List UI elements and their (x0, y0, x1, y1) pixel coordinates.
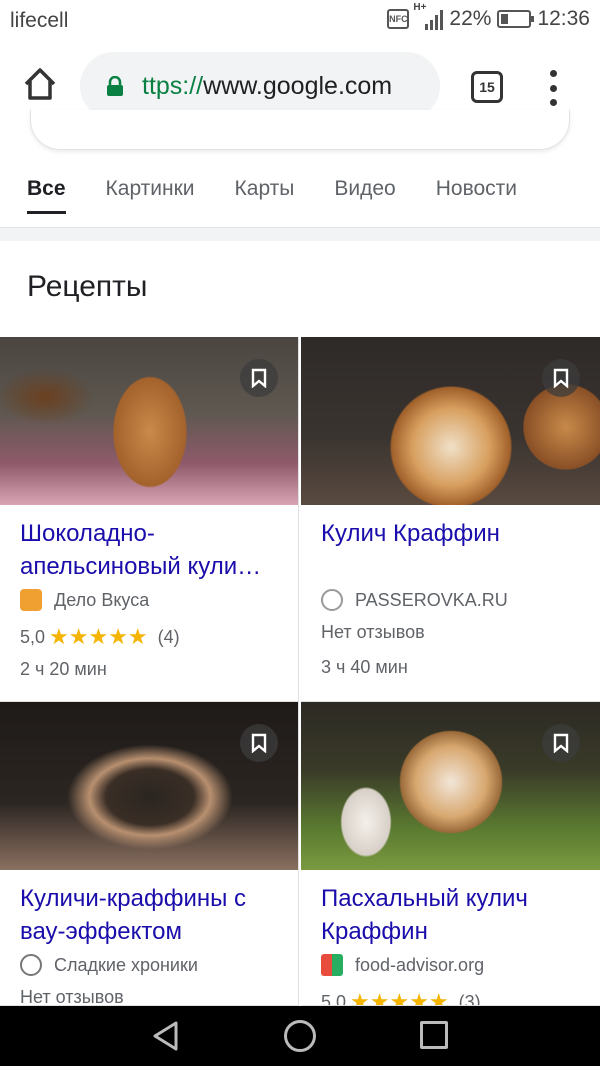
recipe-card[interactable]: Кулич Краффин PASSEROVKA.RU Нет отзывов … (301, 337, 600, 702)
source-name: Сладкие хроники (54, 954, 198, 975)
url-scheme: ttps:// (142, 71, 204, 100)
source-logo-icon (20, 589, 42, 611)
signal-icon: H+ (413, 2, 444, 30)
recipe-source: food-advisor.org (321, 954, 484, 976)
tab-switcher-button[interactable]: 15 (471, 71, 503, 103)
home-button[interactable] (20, 64, 60, 108)
recipe-source: PASSEROVKA.RU (321, 589, 508, 611)
nfc-icon: NFC (387, 9, 410, 29)
bookmark-button[interactable] (240, 724, 278, 762)
status-icons: NFC H+ 22% 12:36 (387, 2, 590, 31)
recipe-title[interactable]: Шоколадно-апельсиновый кули… (20, 517, 290, 583)
battery-icon (497, 10, 535, 28)
bookmark-button[interactable] (542, 724, 580, 762)
system-nav-bar (0, 1006, 600, 1066)
review-count: (3) (458, 991, 481, 1006)
bookmark-icon (251, 368, 267, 388)
star-rating-icon: ★★★★★ (49, 624, 148, 649)
recipe-card[interactable]: Шоколадно-апельсиновый кули… Дело Вкуса … (0, 337, 299, 702)
recipe-rating: 5,0 ★★★★★ (3) (321, 989, 481, 1006)
menu-dot-icon (549, 70, 557, 77)
recipe-source: Сладкие хроники (20, 954, 198, 976)
review-status: Нет отзывов (321, 622, 425, 642)
url-host: www.google.com (203, 71, 393, 100)
overflow-menu-button[interactable] (546, 70, 560, 106)
recipe-card[interactable]: Пасхальный кулич Краффин food-advisor.or… (301, 702, 600, 1006)
search-box-bottom (30, 110, 570, 150)
status-bar: lifecell NFC H+ 22% 12:36 (0, 0, 600, 42)
tab-news[interactable]: Новости (416, 160, 537, 220)
source-name: PASSEROVKA.RU (355, 589, 508, 610)
recipe-title[interactable]: Куличи-краффины с вау-эффектом (20, 882, 290, 948)
review-count: (4) (157, 626, 180, 647)
source-name: food-advisor.org (355, 954, 485, 975)
tab-video[interactable]: Видео (314, 160, 415, 220)
recent-apps-icon[interactable] (420, 1021, 448, 1049)
cook-time: 3 ч 40 мин (321, 657, 408, 677)
bookmark-icon (553, 368, 569, 388)
rating-value: 5,0 (321, 991, 347, 1006)
source-logo-icon (321, 589, 343, 611)
recipe-source: Дело Вкуса (20, 589, 149, 611)
source-logo-icon (20, 954, 42, 976)
recipe-rating: 5,0 ★★★★★ (4) (20, 624, 180, 650)
recipe-title[interactable]: Пасхальный кулич Краффин (321, 882, 591, 948)
network-type: H+ (413, 2, 427, 13)
search-tabs: Все Картинки Карты Видео Новости (0, 160, 600, 220)
bookmark-icon (251, 733, 267, 753)
carrier-name: lifecell (10, 9, 69, 32)
tab-images[interactable]: Картинки (86, 160, 215, 220)
cook-time: 2 ч 20 мин (20, 659, 107, 679)
url-text: ttps://www.google.com (142, 72, 392, 101)
battery-level: 22% (449, 7, 492, 30)
bookmark-icon (553, 733, 569, 753)
recipe-title[interactable]: Кулич Краффин (321, 517, 591, 550)
review-status: Нет отзывов (20, 987, 124, 1006)
clock: 12:36 (537, 7, 590, 30)
rating-value: 5,0 (20, 626, 46, 647)
star-rating-icon: ★★★★★ (350, 989, 449, 1006)
recipes-heading: Рецепты (27, 270, 148, 303)
source-name: Дело Вкуса (54, 589, 150, 610)
tab-all[interactable]: Все (0, 160, 86, 220)
tab-maps[interactable]: Карты (215, 160, 315, 220)
source-logo-icon (321, 954, 343, 976)
section-divider (0, 227, 600, 241)
recipe-card[interactable]: Куличи-краффины с вау-эффектом Сладкие х… (0, 702, 299, 1006)
home-icon (24, 68, 56, 100)
bookmark-button[interactable] (542, 359, 580, 397)
back-icon[interactable] (150, 1020, 182, 1052)
home-circle-icon[interactable] (284, 1020, 316, 1052)
lock-icon (107, 76, 123, 96)
bookmark-button[interactable] (240, 359, 278, 397)
